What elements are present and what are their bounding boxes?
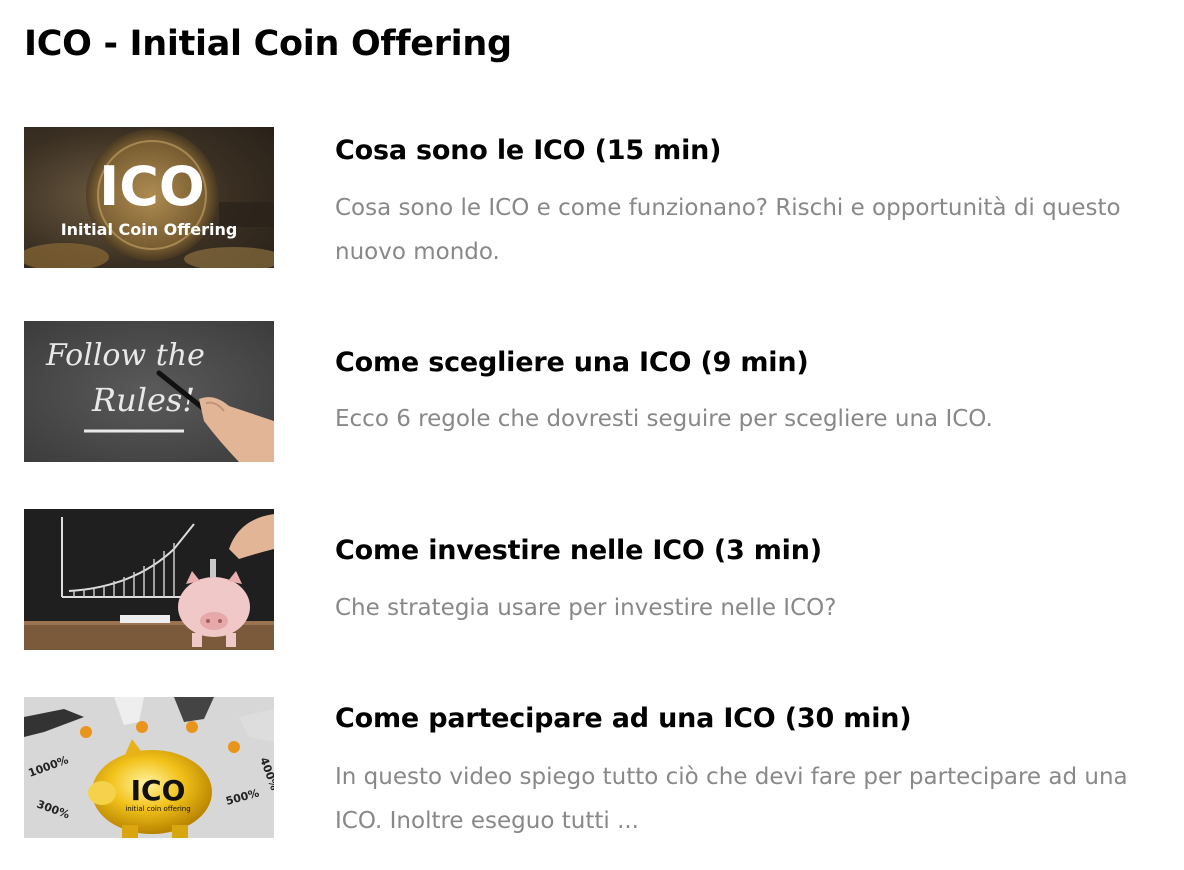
follow-the-rules-thumbnail[interactable]: Follow the Rules! (24, 321, 274, 462)
lesson-description: Che strategia usare per investire nelle … (335, 595, 837, 621)
thumbnail-small-text: initial coin offering (125, 805, 190, 813)
piggy-bank-growth-chart-image (24, 509, 274, 650)
lesson-title[interactable]: Come investire nelle ICO (3 min) (335, 535, 822, 566)
lesson-description: Ecco 6 regole che dovresti seguire per s… (335, 406, 993, 432)
lesson-title[interactable]: Cosa sono le ICO (15 min) (335, 135, 721, 166)
lesson-description: Cosa sono le ICO e come funzionano? Risc… (335, 195, 1121, 265)
lesson-title[interactable]: Come partecipare ad una ICO (30 min) (335, 703, 912, 734)
thumbnail-big-text: ICO (131, 774, 186, 807)
ico-coin-thumbnail[interactable]: ICO Initial Coin Offering (24, 127, 274, 268)
golden-piggy-bank-image: ICO initial coin offering 1000% 300% 500… (24, 697, 274, 838)
thumbnail-big-text: ICO (99, 155, 205, 218)
page-title: ICO - Initial Coin Offering (24, 24, 512, 64)
chalk-text-line1: Follow the (45, 338, 205, 373)
lesson-description: In questo video spiego tutto ciò che dev… (335, 764, 1128, 834)
follow-the-rules-chalkboard-image: Follow the Rules! (24, 321, 274, 462)
thumbnail-small-text: Initial Coin Offering (61, 220, 238, 239)
piggy-bank-thumbnail[interactable] (24, 509, 274, 650)
golden-piggy-bank-thumbnail[interactable]: ICO initial coin offering 1000% 300% 500… (24, 697, 274, 838)
ico-coin-image: ICO Initial Coin Offering (24, 127, 274, 268)
lesson-title[interactable]: Come scegliere una ICO (9 min) (335, 347, 809, 378)
